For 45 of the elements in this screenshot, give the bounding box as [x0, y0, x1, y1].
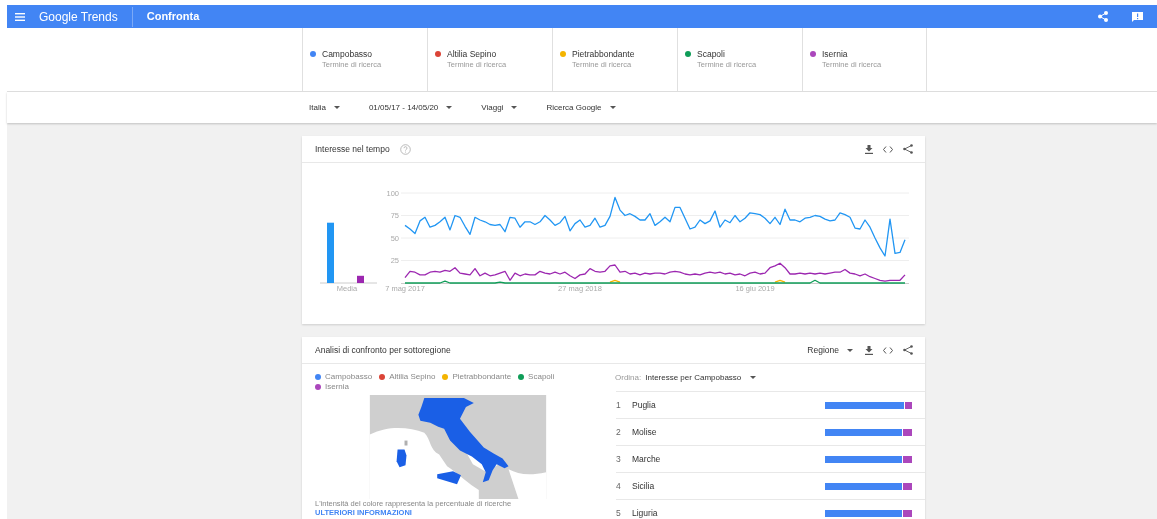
- term-name[interactable]: Pietrabbondante: [572, 49, 635, 59]
- filter-dropdown[interactable]: 01/05/17 - 14/05/20: [368, 101, 453, 114]
- legend-label: Campobasso: [325, 372, 373, 382]
- caret-icon: [333, 106, 340, 109]
- rank-number: 5: [616, 506, 622, 519]
- region-name[interactable]: Liguria: [632, 506, 658, 519]
- download-icon[interactable]: [865, 144, 873, 154]
- feedback-icon[interactable]: [1132, 11, 1143, 22]
- region-name[interactable]: Marche: [632, 452, 661, 466]
- card-title: Analisi di confronto per sottoregione: [315, 343, 451, 357]
- sort-label: Ordina:: [615, 371, 642, 384]
- region-name[interactable]: Puglia: [632, 398, 656, 412]
- download-icon[interactable]: [865, 345, 873, 355]
- filter-dropdown[interactable]: Viaggi: [481, 101, 518, 114]
- embed-icon[interactable]: [883, 145, 893, 153]
- rank-number: 1: [616, 398, 622, 412]
- legend-label: Pietrabbondante: [452, 372, 512, 382]
- caret-icon: [847, 348, 853, 352]
- embed-icon[interactable]: [883, 346, 893, 354]
- page-title: Confronta: [146, 9, 200, 25]
- legend-label: Isernia: [325, 382, 349, 392]
- card-title: Interesse nel tempo: [315, 142, 390, 156]
- legend-label: Altilia Sepino: [389, 372, 436, 382]
- caret-icon: [609, 106, 616, 109]
- share-icon[interactable]: [903, 144, 913, 154]
- term-name[interactable]: Isernia: [822, 49, 882, 59]
- caret-icon: [750, 376, 757, 379]
- product-logo[interactable]: Google Trends: [39, 6, 133, 27]
- share-icon[interactable]: [903, 345, 913, 355]
- caret-icon: [511, 106, 518, 109]
- rank-number: 3: [616, 452, 622, 466]
- filter-dropdown[interactable]: Ricerca Google: [546, 101, 616, 114]
- region-name[interactable]: Molise: [632, 425, 657, 439]
- legend-label: Scapoli: [528, 372, 555, 382]
- filter-dropdown[interactable]: Italia: [309, 101, 340, 114]
- menu-icon[interactable]: [15, 12, 25, 21]
- caret-icon: [446, 106, 453, 109]
- rank-number: 4: [616, 479, 622, 493]
- term-name[interactable]: Scapoli: [697, 49, 757, 59]
- sort-dropdown[interactable]: Interesse per Campobasso: [645, 371, 757, 384]
- region-name[interactable]: Sicilia: [632, 479, 655, 493]
- region-dropdown[interactable]: Regione: [807, 343, 853, 357]
- term-name[interactable]: Campobasso: [322, 49, 382, 59]
- rank-number: 2: [616, 425, 622, 439]
- term-name[interactable]: Altilia Sepino: [447, 49, 507, 59]
